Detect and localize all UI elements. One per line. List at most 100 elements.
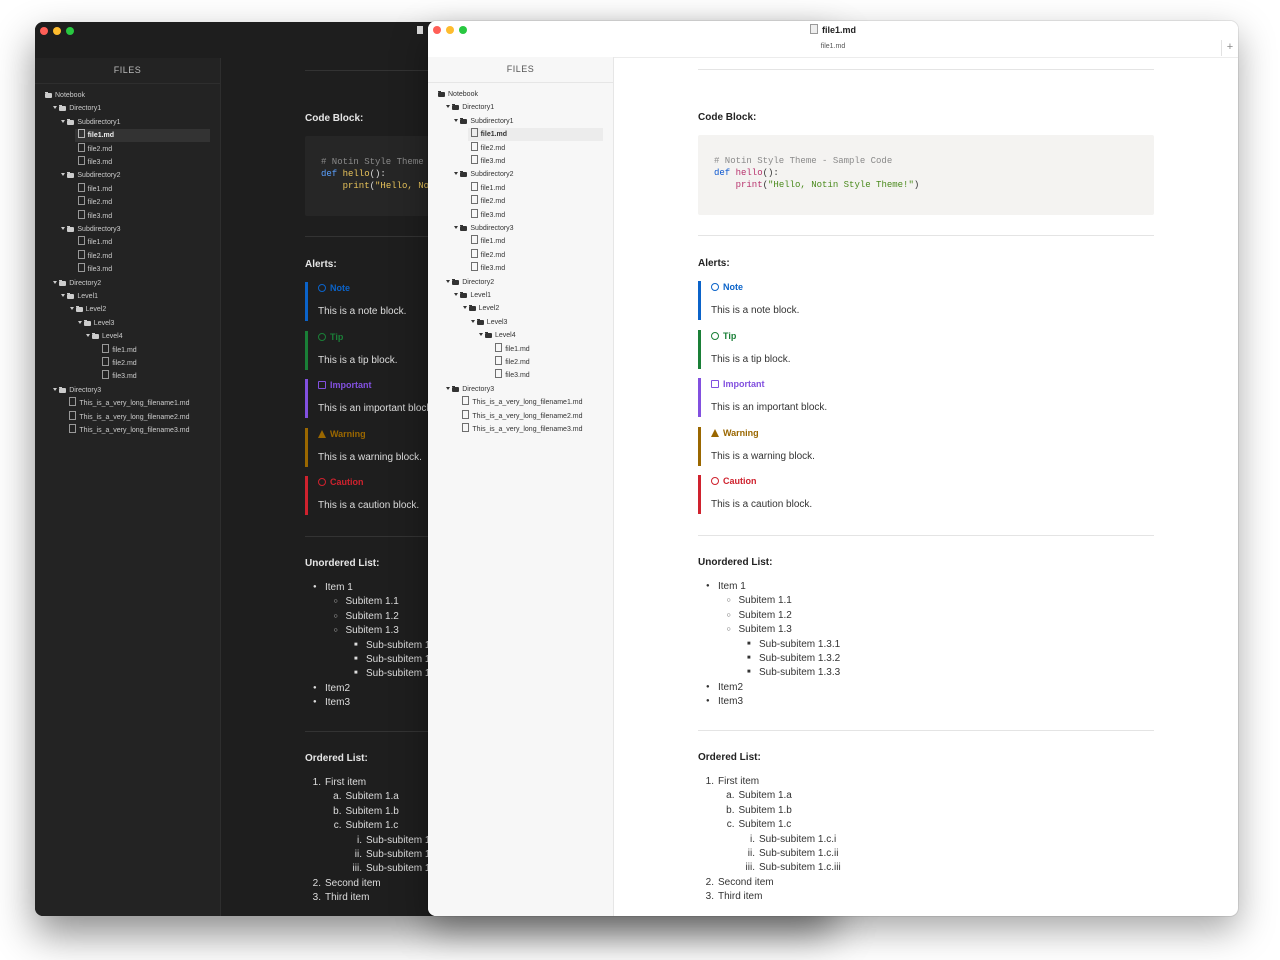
file-icon [102, 343, 110, 353]
folder-icon [83, 319, 91, 326]
alert-important: Important This is an important block. [698, 378, 1101, 418]
tree-file-item[interactable]: file1.md [495, 342, 530, 356]
tree-file-item[interactable]: file1.md [467, 128, 603, 142]
tree-folder-item[interactable]: Directory2 [53, 277, 101, 290]
divider [698, 535, 1154, 536]
tree-folder-item[interactable]: Directory1 [53, 102, 101, 115]
list-bullet: ○ [333, 598, 338, 606]
tree-folder-item[interactable]: Level3 [77, 317, 114, 330]
list-marker: 3. [705, 891, 714, 903]
tree-file-item[interactable]: file1.md [77, 236, 112, 249]
list-item: Sub-subitem 1.c.ii [759, 848, 839, 859]
tree-file-item[interactable]: file3.md [102, 370, 137, 383]
tree-item-label: file2.md [87, 252, 113, 260]
tree-file-item[interactable]: file2.md [77, 249, 113, 263]
code-block: # Notin Style Theme - Sample Code def hel… [698, 135, 1154, 215]
tree-folder-item[interactable]: Subdirectory3 [454, 222, 514, 235]
list-bullet: ■ [354, 641, 358, 648]
alerts-heading: Alerts: [698, 258, 730, 269]
tree-file-item[interactable]: This_is_a_very_long_filename2.md [69, 410, 190, 424]
alert-title: Important [318, 380, 372, 390]
tree-file-item[interactable]: This_is_a_very_long_filename1.md [69, 397, 190, 410]
tree-folder-item[interactable]: Level2 [462, 302, 499, 315]
tree-file-item[interactable]: This_is_a_very_long_filename3.md [462, 423, 583, 436]
tree-folder-item[interactable]: Subdirectory3 [61, 223, 121, 236]
tree-file-item[interactable]: file2.md [77, 196, 112, 209]
tree-folder-item[interactable]: Directory3 [446, 383, 494, 396]
zoom-button[interactable] [66, 27, 74, 35]
divider [698, 730, 1154, 731]
tree-folder-item[interactable]: Notebook [438, 88, 478, 101]
folder-icon [67, 118, 75, 125]
alert-title: Note [711, 282, 743, 292]
tree-file-item[interactable]: file1.md [74, 129, 210, 143]
tree-folder-item[interactable]: Level2 [69, 303, 106, 316]
alert-title-text: Warning [723, 427, 759, 438]
file-icon [495, 342, 503, 352]
tree-file-item[interactable]: file2.md [470, 141, 505, 155]
list-item: Subitem 1.2 [345, 610, 399, 622]
file-icon [495, 369, 503, 379]
list-item: Subitem 1.1 [738, 595, 792, 607]
file-icon [470, 128, 478, 138]
alert-body: This is a caution block. [318, 500, 420, 512]
alert-body: This is an important block. [318, 403, 435, 415]
tree-file-item[interactable]: file2.md [495, 356, 530, 369]
tree-file-item[interactable]: file2.md [102, 357, 137, 370]
tree-file-item[interactable]: This_is_a_very_long_filename3.md [69, 424, 190, 437]
tree-item-label: Level4 [495, 332, 516, 340]
tree-file-item[interactable]: file3.md [77, 263, 112, 276]
tree-file-item[interactable]: file3.md [470, 155, 506, 168]
tree-file-item[interactable]: file3.md [470, 208, 505, 222]
new-tab-button[interactable]: + [1221, 40, 1238, 56]
tree-folder-item[interactable]: Level1 [61, 290, 98, 303]
tree-folder-item[interactable]: Level1 [454, 289, 491, 302]
tree-folder-item[interactable]: Level4 [479, 329, 516, 342]
tree-file-item[interactable]: file1.md [77, 182, 112, 196]
tab-file1[interactable]: file1.md [428, 43, 1238, 50]
tree-folder-item[interactable]: Subdirectory1 [454, 115, 514, 128]
code-line-def: def hello(): [714, 167, 1138, 179]
list-bullet: ● [706, 698, 710, 705]
tree-folder-item[interactable]: Level4 [86, 330, 123, 343]
list-item: First item [325, 777, 367, 788]
folder-icon [476, 318, 484, 325]
tree-file-item[interactable]: file3.md [495, 369, 530, 382]
tree-item-label: file3.md [480, 158, 506, 165]
tree-folder-item[interactable]: Directory1 [446, 101, 494, 114]
tree-file-item[interactable]: file3.md [77, 209, 112, 223]
folder-icon [460, 117, 468, 124]
tree-folder-item[interactable]: Notebook [45, 89, 85, 102]
tree-folder-item[interactable]: Subdirectory1 [61, 116, 121, 129]
tree-file-item[interactable]: file1.md [470, 235, 505, 248]
tree-item-label: Level3 [486, 318, 508, 326]
alert-title-text: Note [330, 283, 350, 293]
tree-folder-item[interactable]: Level3 [470, 316, 508, 329]
tree-file-item[interactable]: file3.md [470, 262, 505, 275]
tree-file-item[interactable]: This_is_a_very_long_filename1.md [462, 396, 583, 409]
chevron-down-icon [61, 227, 66, 230]
tree-folder-item[interactable]: Subdirectory2 [61, 169, 121, 182]
tree-file-item[interactable]: This_is_a_very_long_filename2.md [462, 409, 583, 423]
file-icon [462, 409, 470, 419]
tree-file-item[interactable]: file2.md [470, 195, 505, 208]
tree-file-item[interactable]: file1.md [102, 343, 137, 357]
minimize-button[interactable] [53, 27, 61, 35]
tree-file-item[interactable]: file2.md [77, 142, 113, 156]
chevron-down-icon [53, 387, 58, 391]
tree-file-item[interactable]: file1.md [470, 181, 505, 195]
folder-icon [59, 386, 67, 393]
file-icon [77, 209, 85, 219]
tree-file-item[interactable]: file3.md [77, 156, 112, 169]
file-icon [470, 235, 478, 245]
tree-file-item[interactable]: file2.md [470, 248, 505, 262]
tree-item-label: file2.md [87, 145, 113, 153]
tree-item-label: Subdirectory3 [77, 226, 121, 233]
chevron-down-icon [446, 386, 451, 390]
list-marker: i. [357, 834, 362, 846]
close-button[interactable] [40, 27, 48, 35]
tree-folder-item[interactable]: Directory3 [53, 384, 101, 397]
tree-item-label: Level1 [470, 292, 492, 299]
tree-folder-item[interactable]: Subdirectory2 [454, 168, 514, 181]
tree-folder-item[interactable]: Directory2 [446, 276, 494, 289]
